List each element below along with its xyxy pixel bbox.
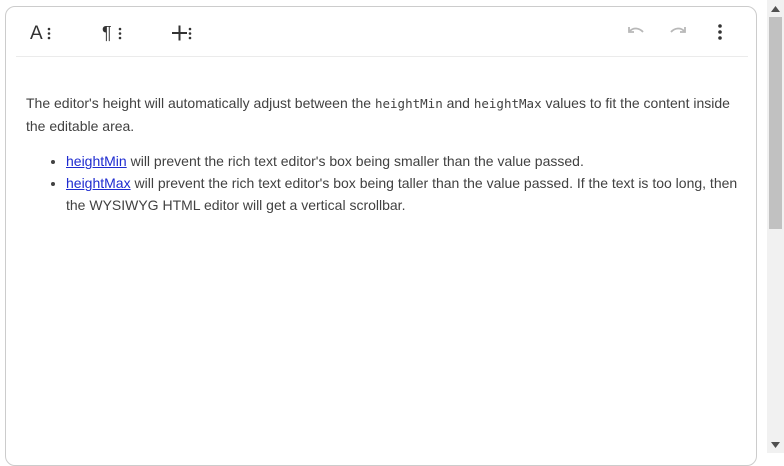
editor-toolbar: A ¶: [6, 7, 756, 57]
list-item-heightmax: heightMax will prevent the rich text edi…: [66, 172, 742, 216]
more-vertical-icon: [713, 21, 727, 43]
undo-button[interactable]: [624, 19, 648, 45]
list-item-text: will prevent the rich text editor's box …: [66, 175, 738, 213]
intro-paragraph: The editor's height will automatically a…: [26, 92, 742, 138]
redo-button[interactable]: [666, 19, 690, 45]
scroll-thumb[interactable]: [769, 17, 782, 229]
svg-text:A: A: [30, 23, 43, 43]
scroll-down-icon: [771, 441, 780, 448]
scroll-up-icon: [771, 5, 780, 12]
undo-icon: [625, 21, 647, 43]
text-format-icon: A: [29, 21, 53, 43]
more-options-button[interactable]: [709, 19, 731, 45]
redo-icon: [667, 21, 689, 43]
code-heightmax: heightMax: [473, 96, 542, 111]
svg-text:¶: ¶: [102, 23, 112, 43]
heightmin-link[interactable]: heightMin: [66, 153, 127, 169]
toolbar-divider: [16, 56, 748, 57]
paragraph-format-icon: ¶: [101, 21, 125, 43]
list-item-heightmin: heightMin will prevent the rich text edi…: [66, 150, 742, 172]
paragraph-format-button[interactable]: ¶: [100, 19, 126, 45]
intro-text: The editor's height will automatically a…: [26, 95, 375, 111]
insert-icon: [170, 21, 194, 43]
scroll-up-arrow[interactable]: [767, 0, 784, 17]
option-list: heightMin will prevent the rich text edi…: [26, 150, 742, 216]
editable-area[interactable]: The editor's height will automatically a…: [26, 92, 742, 216]
code-heightmin: heightMin: [374, 96, 443, 111]
intro-text-and: and: [442, 95, 474, 111]
list-item-text: will prevent the rich text editor's box …: [126, 153, 584, 169]
rich-text-editor: A ¶ The editor's height will automatical…: [5, 6, 757, 466]
scroll-down-arrow[interactable]: [767, 436, 784, 453]
text-format-button[interactable]: A: [28, 19, 54, 45]
heightmax-link[interactable]: heightMax: [66, 175, 131, 191]
vertical-scrollbar[interactable]: [767, 0, 784, 453]
insert-button[interactable]: [169, 19, 195, 45]
